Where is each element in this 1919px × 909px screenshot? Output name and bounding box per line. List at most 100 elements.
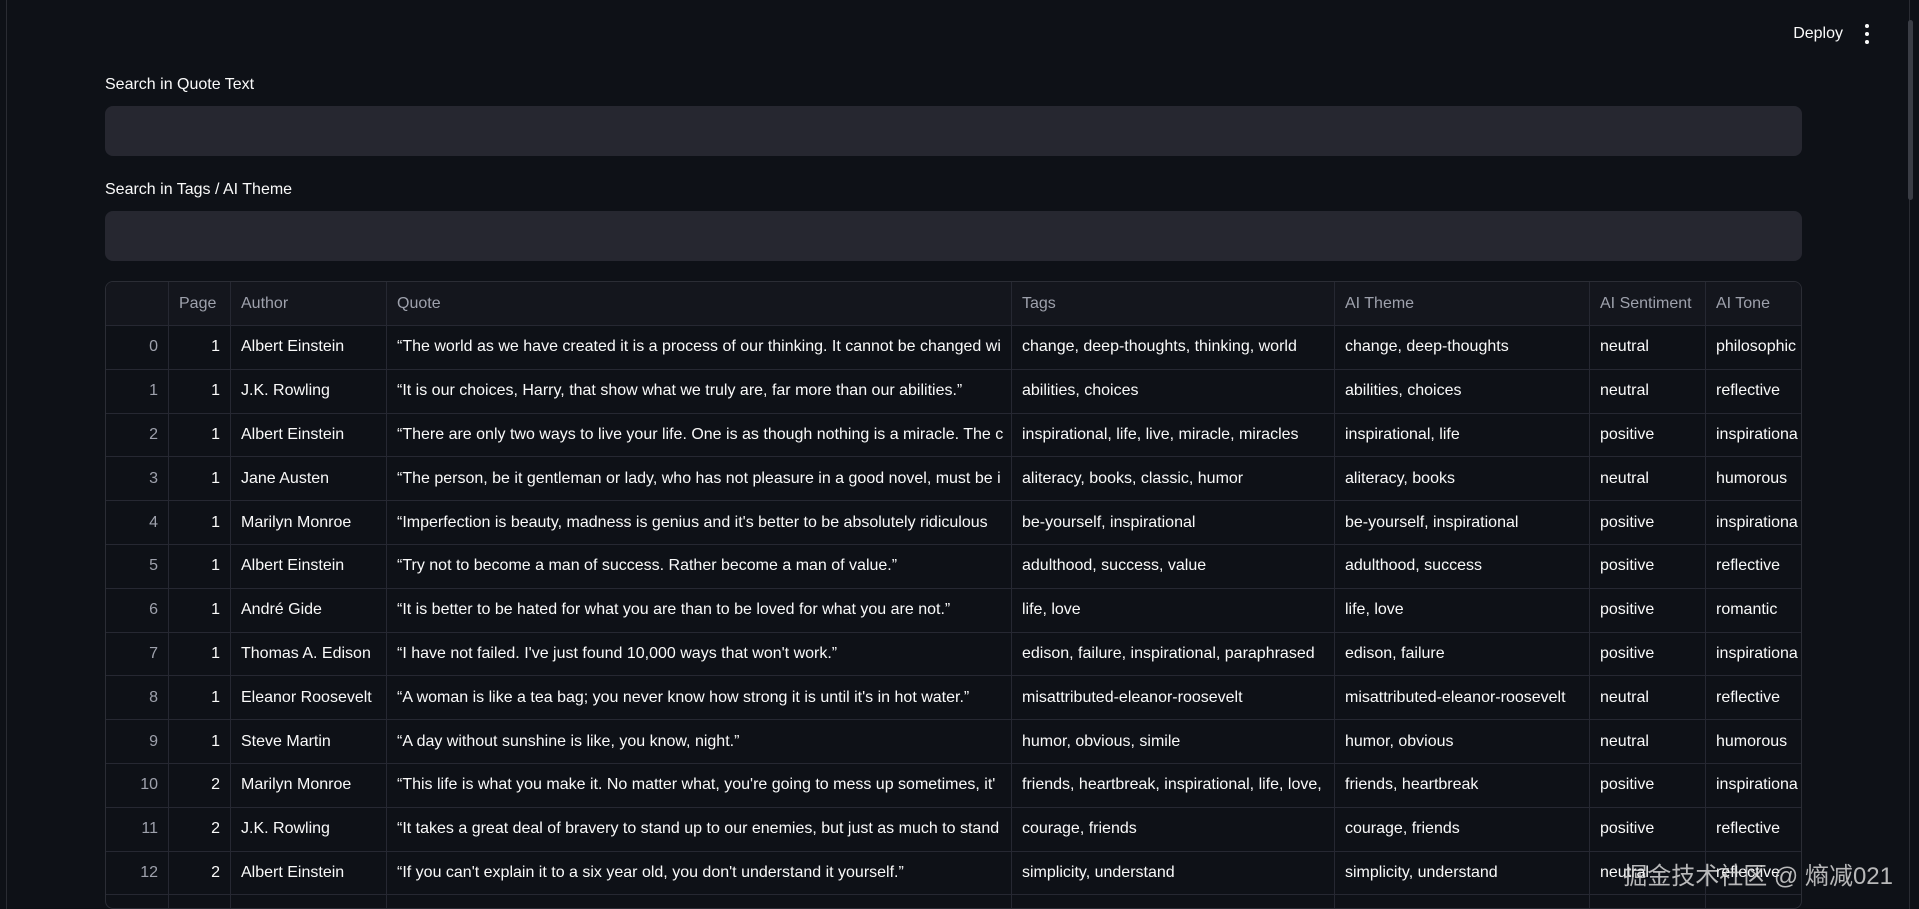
cell-quote[interactable]: “I have not failed. I've just found 10,0… [387, 632, 1012, 676]
cell-page[interactable] [169, 895, 231, 908]
cell-quote[interactable]: “Try not to become a man of success. Rat… [387, 544, 1012, 588]
cell-page[interactable]: 1 [169, 369, 231, 413]
cell-tags[interactable]: aliteracy, books, classic, humor [1012, 457, 1335, 501]
cell-quote[interactable]: “It is better to be hated for what you a… [387, 588, 1012, 632]
cell-ai-tone[interactable]: reflective [1706, 370, 1801, 413]
cell-author[interactable]: Albert Einstein [231, 326, 387, 369]
cell-tags[interactable]: courage, friends [1012, 807, 1335, 851]
cell-author[interactable]: Albert Einstein [231, 544, 387, 588]
cell-author[interactable]: Marilyn Monroe [231, 763, 387, 807]
cell-tags[interactable]: simplicity, understand [1012, 851, 1335, 895]
cell-tags[interactable]: change, deep-thoughts, thinking, world [1012, 326, 1335, 369]
cell-tags[interactable]: abilities, choices [1012, 369, 1335, 413]
page-scrollbar[interactable] [1908, 20, 1913, 200]
cell-ai-sentiment[interactable]: neutral [1590, 720, 1706, 763]
table-row[interactable]: 9 1 Steve Martin “A day without sunshine is… [106, 720, 1801, 764]
cell-ai-tone[interactable]: inspirationa [1706, 633, 1801, 676]
cell-quote[interactable]: “Imperfection is beauty, madness is geni… [387, 501, 1012, 544]
cell-ai-sentiment[interactable]: positive [1590, 501, 1706, 544]
cell-ai-theme[interactable]: edison, failure [1335, 632, 1590, 676]
cell-page[interactable]: 1 [169, 676, 231, 720]
cell-author[interactable]: André Gide [231, 588, 387, 632]
column-header-author[interactable]: Author [231, 282, 387, 325]
cell-author[interactable]: Albert Einstein [231, 851, 387, 895]
cell-ai-sentiment[interactable]: neutral [1590, 326, 1706, 369]
cell-page[interactable]: 1 [169, 326, 231, 369]
cell-index[interactable]: 0 [106, 326, 169, 369]
cell-author[interactable]: Jane Austen [231, 457, 387, 501]
cell-ai-sentiment[interactable]: positive [1590, 413, 1706, 457]
cell-tags[interactable]: life, love [1012, 588, 1335, 632]
cell-index[interactable]: 3 [106, 457, 169, 501]
cell-author[interactable]: Eleanor Roosevelt [231, 676, 387, 720]
cell-quote[interactable]: “A woman is like a tea bag; you never kn… [387, 676, 1012, 720]
cell-ai-theme[interactable] [1335, 895, 1590, 908]
column-header-page[interactable]: Page [169, 282, 231, 325]
cell-quote[interactable]: “The person, be it gentleman or lady, wh… [387, 457, 1012, 501]
cell-ai-tone[interactable]: inspirationa [1706, 764, 1801, 807]
cell-author[interactable]: Albert Einstein [231, 413, 387, 457]
cell-index[interactable]: 1 [106, 369, 169, 413]
cell-ai-tone[interactable]: inspirationa [1706, 501, 1801, 544]
tags-search-input[interactable] [105, 211, 1802, 261]
cell-ai-tone[interactable]: reflective [1706, 545, 1801, 588]
table-row[interactable]: 8 1 Eleanor Roosevelt “A woman is like a te… [106, 676, 1801, 721]
cell-index[interactable]: 7 [106, 632, 169, 676]
cell-ai-tone[interactable]: reflective [1706, 676, 1801, 719]
more-options-icon[interactable] [1857, 22, 1877, 46]
table-row[interactable]: 2 1 Albert Einstein “There are only two way… [106, 413, 1801, 458]
column-header-ai-theme[interactable]: AI Theme [1335, 282, 1590, 325]
cell-ai-sentiment[interactable]: positive [1590, 588, 1706, 632]
cell-tags[interactable] [1012, 895, 1335, 908]
cell-ai-theme[interactable]: simplicity, understand [1335, 851, 1590, 895]
cell-author[interactable]: Steve Martin [231, 720, 387, 763]
cell-quote[interactable]: “It is our choices, Harry, that show wha… [387, 369, 1012, 413]
cell-ai-theme[interactable]: change, deep-thoughts [1335, 326, 1590, 369]
table-row[interactable]: 13 [106, 895, 1801, 908]
cell-tags[interactable]: adulthood, success, value [1012, 544, 1335, 588]
table-row[interactable]: 11 2 J.K. Rowling “It takes a great deal of… [106, 807, 1801, 852]
cell-tags[interactable]: humor, obvious, simile [1012, 720, 1335, 763]
cell-ai-tone[interactable]: inspirationa [1706, 414, 1801, 457]
cell-author[interactable]: J.K. Rowling [231, 369, 387, 413]
cell-ai-tone[interactable] [1706, 895, 1801, 908]
cell-page[interactable]: 2 [169, 807, 231, 851]
cell-quote[interactable]: “The world as we have created it is a pr… [387, 326, 1012, 369]
cell-author[interactable]: J.K. Rowling [231, 807, 387, 851]
deploy-button[interactable]: Deploy [1793, 25, 1843, 43]
cell-ai-sentiment[interactable] [1590, 895, 1706, 908]
cell-page[interactable]: 1 [169, 544, 231, 588]
cell-ai-tone[interactable]: humorous [1706, 457, 1801, 500]
cell-ai-sentiment[interactable]: positive [1590, 544, 1706, 588]
cell-quote[interactable]: “A day without sunshine is like, you kno… [387, 720, 1012, 763]
cell-tags[interactable]: be-yourself, inspirational [1012, 501, 1335, 544]
cell-index[interactable]: 9 [106, 720, 169, 763]
cell-ai-theme[interactable]: aliteracy, books [1335, 457, 1590, 501]
cell-index[interactable]: 6 [106, 588, 169, 632]
table-row[interactable]: 6 1 André Gide “It is better to be hated fo… [106, 588, 1801, 633]
cell-ai-tone[interactable]: philosophic [1706, 326, 1801, 369]
table-row[interactable]: 5 1 Albert Einstein “Try not to become a ma… [106, 544, 1801, 589]
cell-ai-theme[interactable]: friends, heartbreak [1335, 763, 1590, 807]
cell-ai-sentiment[interactable]: neutral [1590, 369, 1706, 413]
cell-ai-theme[interactable]: life, love [1335, 588, 1590, 632]
table-row[interactable]: 12 2 Albert Einstein “If you can't explain … [106, 851, 1801, 896]
cell-index[interactable]: 11 [106, 807, 169, 851]
cell-ai-sentiment[interactable]: neutral [1590, 676, 1706, 720]
quotes-table[interactable]: Page Author Quote Tags AI Theme AI Sentiment A… [105, 281, 1802, 909]
cell-quote[interactable] [387, 895, 1012, 908]
cell-index[interactable]: 13 [106, 895, 169, 908]
cell-index[interactable]: 12 [106, 851, 169, 895]
cell-page[interactable]: 1 [169, 588, 231, 632]
cell-index[interactable]: 4 [106, 501, 169, 544]
column-header-quote[interactable]: Quote [387, 282, 1012, 325]
column-header-index[interactable] [106, 282, 169, 325]
quote-search-input[interactable] [105, 106, 1802, 156]
cell-ai-sentiment[interactable]: neutral [1590, 457, 1706, 501]
cell-page[interactable]: 1 [169, 632, 231, 676]
cell-index[interactable]: 8 [106, 676, 169, 720]
cell-page[interactable]: 2 [169, 763, 231, 807]
cell-ai-theme[interactable]: abilities, choices [1335, 369, 1590, 413]
table-row[interactable]: 4 1 Marilyn Monroe “Imperfection is beauty,… [106, 501, 1801, 545]
column-header-ai-sentiment[interactable]: AI Sentiment [1590, 282, 1706, 325]
